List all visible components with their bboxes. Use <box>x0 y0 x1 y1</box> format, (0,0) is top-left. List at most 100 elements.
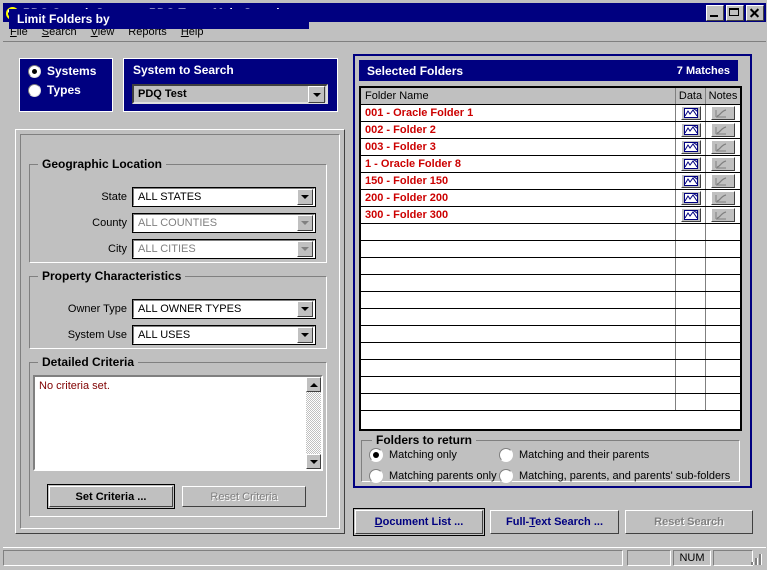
folder-name-cell[interactable]: 300 - Folder 300 <box>361 207 676 223</box>
set-criteria-button[interactable]: Set Criteria ... <box>47 484 175 509</box>
radio-matching-parents-subfolders-label: Matching, parents, and parents' sub-fold… <box>519 470 731 482</box>
data-sheet-icon[interactable] <box>680 208 701 222</box>
scroll-up-button[interactable] <box>306 377 321 392</box>
data-sheet-icon[interactable] <box>680 157 701 171</box>
table-row[interactable]: 300 - Folder 300 <box>361 207 740 224</box>
table-row[interactable]: 002 - Folder 2 <box>361 122 740 139</box>
folder-name-cell[interactable] <box>361 258 676 274</box>
folder-name-cell[interactable] <box>361 275 676 291</box>
table-row-empty[interactable] <box>361 360 740 377</box>
table-row[interactable]: 001 - Oracle Folder 1 <box>361 105 740 122</box>
folder-name-cell[interactable] <box>361 326 676 342</box>
radio-types[interactable]: Types <box>28 83 112 97</box>
field-county-label: County <box>92 217 127 229</box>
system-select[interactable]: PDQ Test <box>132 84 328 104</box>
data-sheet-icon[interactable] <box>680 123 701 137</box>
table-row-empty[interactable] <box>361 309 740 326</box>
folder-name-cell[interactable] <box>361 394 676 410</box>
folder-notes-cell <box>706 207 740 223</box>
notes-pencil-icon[interactable] <box>711 123 735 137</box>
folder-name-cell[interactable]: 200 - Folder 200 <box>361 190 676 206</box>
folder-name-cell[interactable]: 1 - Oracle Folder 8 <box>361 156 676 172</box>
city-select[interactable]: ALL CITIES <box>132 239 316 259</box>
table-row[interactable]: 200 - Folder 200 <box>361 190 740 207</box>
folder-name-cell[interactable] <box>361 241 676 257</box>
owner-type-select-value: ALL OWNER TYPES <box>138 303 242 315</box>
set-criteria-label: Set Criteria ... <box>75 490 147 503</box>
notes-pencil-icon[interactable] <box>711 208 735 222</box>
column-header-folder-name[interactable]: Folder Name <box>361 88 676 104</box>
county-select-value: ALL COUNTIES <box>138 217 218 229</box>
folder-name-cell[interactable]: 003 - Folder 3 <box>361 139 676 155</box>
folder-name-cell[interactable] <box>361 224 676 240</box>
minimize-button[interactable] <box>706 4 724 21</box>
folder-name-cell[interactable]: 002 - Folder 2 <box>361 122 676 138</box>
document-list-button[interactable]: Document List ... <box>353 508 485 536</box>
scroll-track[interactable] <box>306 392 321 454</box>
folder-name-cell[interactable] <box>361 292 676 308</box>
folder-data-cell <box>676 292 706 308</box>
radio-matching-parents-only[interactable]: Matching parents only <box>369 469 497 483</box>
folder-name-cell[interactable]: 001 - Oracle Folder 1 <box>361 105 676 121</box>
folder-name-cell[interactable] <box>361 377 676 393</box>
resize-grip-icon[interactable] <box>750 552 764 566</box>
maximize-button[interactable] <box>726 4 744 21</box>
folder-name-cell[interactable] <box>361 309 676 325</box>
data-sheet-icon[interactable] <box>680 191 701 205</box>
table-row-empty[interactable] <box>361 394 740 411</box>
radio-matching-parents-only-dot <box>369 469 383 483</box>
selected-folders-title: Selected Folders <box>367 63 464 78</box>
folder-notes-cell <box>706 139 740 155</box>
criteria-textarea[interactable]: No criteria set. <box>33 375 323 471</box>
table-row-empty[interactable] <box>361 326 740 343</box>
folder-data-cell <box>676 173 706 189</box>
notes-pencil-icon[interactable] <box>711 157 735 171</box>
radio-systems[interactable]: Systems <box>28 64 112 78</box>
scroll-down-button[interactable] <box>306 454 321 469</box>
notes-pencil-icon[interactable] <box>711 140 735 154</box>
radio-matching-parents-only-label: Matching parents only <box>389 470 497 482</box>
folder-grid[interactable]: Folder Name Data Notes 001 - Oracle Fold… <box>359 86 742 431</box>
criteria-scrollbar[interactable] <box>306 377 321 469</box>
notes-pencil-icon[interactable] <box>711 106 735 120</box>
status-pane-num: NUM <box>673 550 711 566</box>
owner-type-select[interactable]: ALL OWNER TYPES <box>132 299 316 319</box>
table-row-empty[interactable] <box>361 241 740 258</box>
full-text-search-button[interactable]: Full-Text Search ... <box>490 510 619 534</box>
table-row[interactable]: 150 - Folder 150 <box>361 173 740 190</box>
table-row-empty[interactable] <box>361 377 740 394</box>
radio-matching-parents-subfolders[interactable]: Matching, parents, and parents' sub-fold… <box>499 469 730 483</box>
chevron-down-icon[interactable] <box>297 189 313 205</box>
table-row[interactable]: 1 - Oracle Folder 8 <box>361 156 740 173</box>
table-row-empty[interactable] <box>361 275 740 292</box>
chevron-down-icon[interactable] <box>308 85 325 103</box>
table-row-empty[interactable] <box>361 343 740 360</box>
radio-matching-and-parents[interactable]: Matching and their parents <box>499 448 649 462</box>
data-sheet-icon[interactable] <box>680 174 701 188</box>
radio-matching-parents-subfolders-dot <box>499 469 513 483</box>
folder-name-cell[interactable]: 150 - Folder 150 <box>361 173 676 189</box>
county-select[interactable]: ALL COUNTIES <box>132 213 316 233</box>
chevron-down-icon[interactable] <box>297 301 313 317</box>
table-row-empty[interactable] <box>361 258 740 275</box>
folder-name-cell[interactable] <box>361 343 676 359</box>
notes-pencil-icon[interactable] <box>711 174 735 188</box>
folder-notes-cell <box>706 275 740 291</box>
notes-pencil-icon[interactable] <box>711 191 735 205</box>
state-select[interactable]: ALL STATES <box>132 187 316 207</box>
data-sheet-icon[interactable] <box>680 106 701 120</box>
data-sheet-icon[interactable] <box>680 140 701 154</box>
field-owner-type: Owner Type ALL OWNER TYPES <box>37 299 319 319</box>
system-use-select[interactable]: ALL USES <box>132 325 316 345</box>
folder-name-cell[interactable] <box>361 360 676 376</box>
table-row[interactable]: 003 - Folder 3 <box>361 139 740 156</box>
column-header-data[interactable]: Data <box>676 88 706 104</box>
close-button[interactable] <box>746 4 764 21</box>
reset-criteria-label: Reset Criteria <box>210 490 278 503</box>
radio-systems-dot <box>28 64 41 78</box>
table-row-empty[interactable] <box>361 224 740 241</box>
table-row-empty[interactable] <box>361 292 740 309</box>
chevron-down-icon[interactable] <box>297 327 313 343</box>
column-header-notes[interactable]: Notes <box>706 88 740 104</box>
radio-matching-only[interactable]: Matching only <box>369 448 457 462</box>
